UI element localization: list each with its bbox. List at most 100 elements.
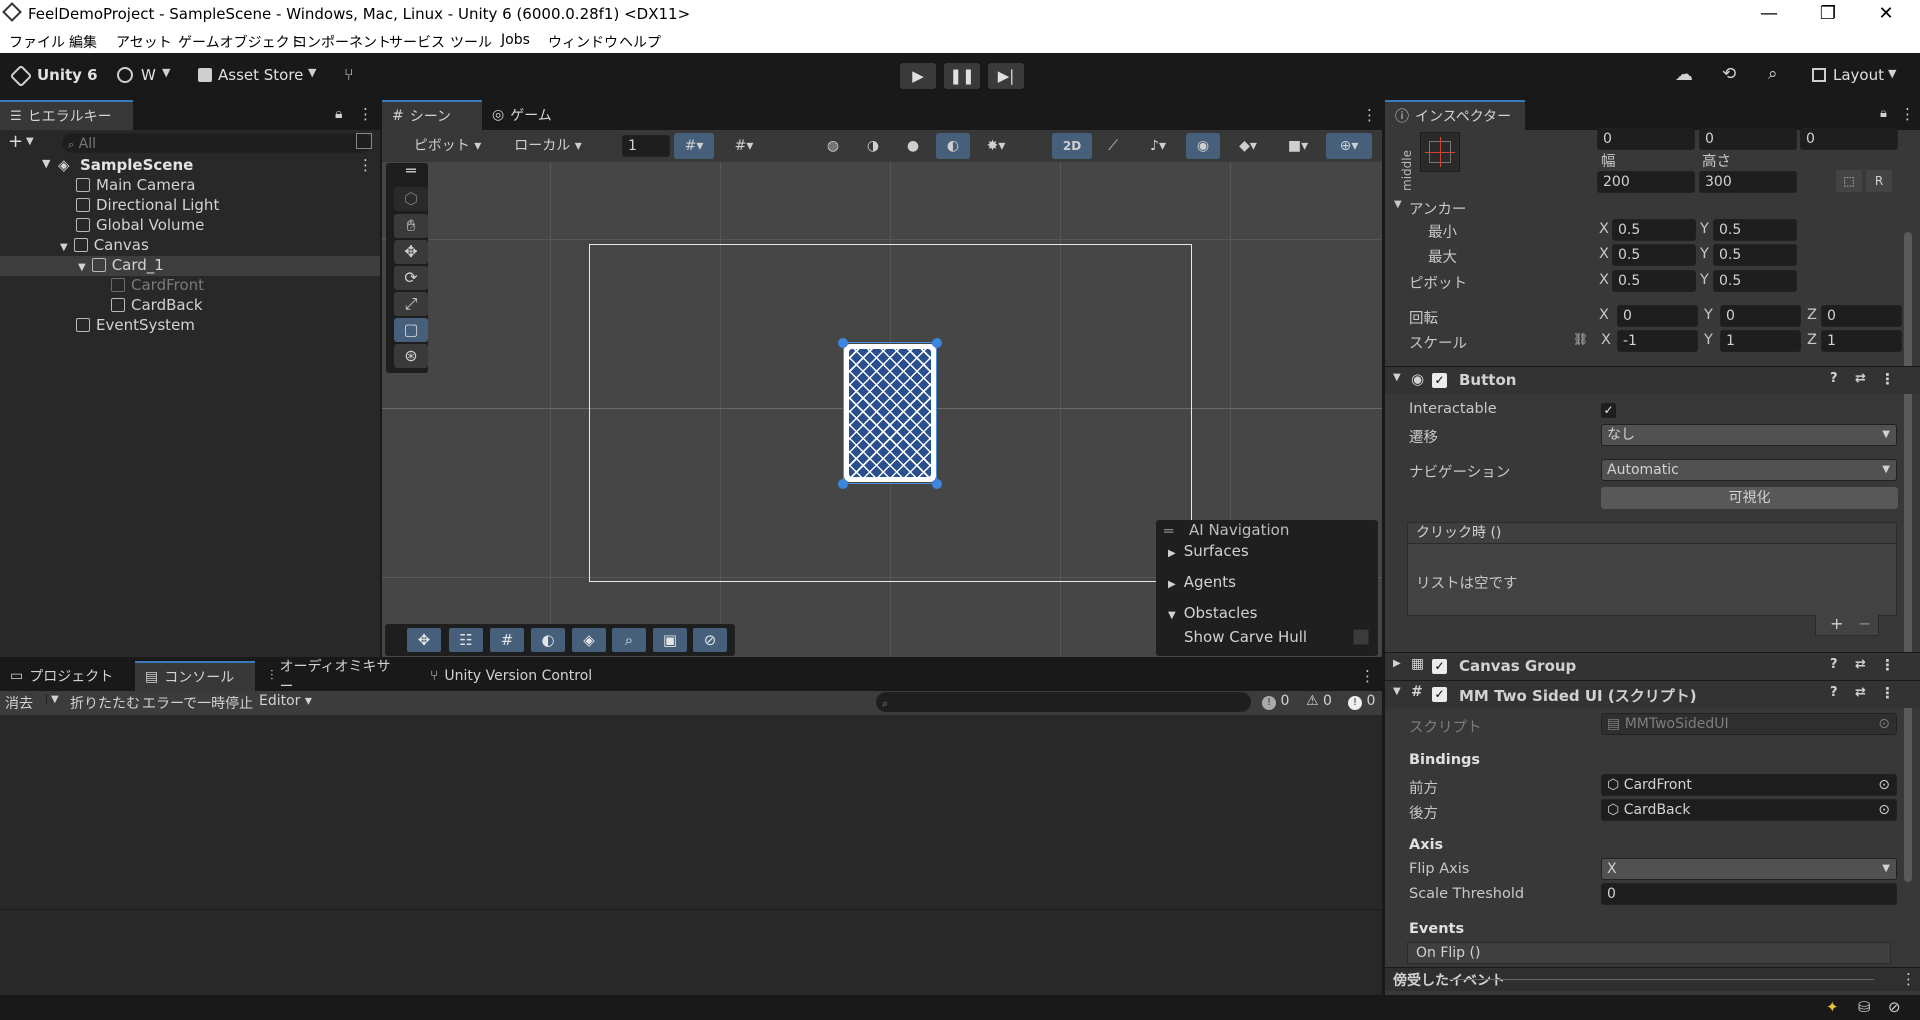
hierarchy-item-main-camera[interactable]: Main Camera — [76, 176, 195, 194]
asset-store-dropdown[interactable]: Asset Store — [218, 66, 303, 84]
menu-edit[interactable]: 編集 — [69, 32, 97, 52]
rotation-z-field[interactable]: 0 — [1821, 305, 1902, 327]
more-icon[interactable]: ⋮ — [1880, 656, 1895, 674]
gizmos-button[interactable]: ⊕▾ — [1326, 133, 1372, 159]
rotation-x-field[interactable]: 0 — [1617, 305, 1698, 327]
pos-y-field[interactable]: 0 — [1699, 128, 1797, 150]
pause-button[interactable]: ❚❚ — [944, 63, 980, 89]
more-icon[interactable]: ⋮ — [1360, 667, 1375, 685]
menu-file[interactable]: ファイル — [9, 32, 65, 52]
show-carve-hull-checkbox[interactable] — [1353, 629, 1369, 645]
overlay-move-button[interactable]: ✥ — [407, 628, 441, 652]
menu-jobs[interactable]: Jobs — [501, 32, 530, 48]
pos-x-field[interactable]: 0 — [1597, 128, 1695, 150]
link-scale-icon[interactable]: ⛓ — [1573, 332, 1588, 346]
menu-services[interactable]: サービス — [389, 32, 445, 52]
blueprint-mode-button[interactable]: ⬚ — [1836, 170, 1862, 192]
mm-two-sided-enabled-checkbox[interactable]: ✓ — [1432, 687, 1447, 702]
hierarchy-scene-row[interactable]: ▼ ◈ SampleScene ⋮ — [0, 156, 380, 176]
menu-gameobject[interactable]: ゲームオブジェクト — [178, 32, 304, 52]
global-view-button[interactable]: ◍ — [816, 133, 850, 159]
ai-nav-obstacles[interactable]: ▼ Obstacles — [1168, 604, 1257, 622]
hand-tool-button[interactable]: ✋︎ — [394, 214, 428, 238]
grid-snap-button[interactable]: #▾ — [674, 133, 714, 159]
lighting-button[interactable]: ⟋ — [1096, 133, 1130, 159]
clear-button[interactable]: 消去 — [5, 693, 33, 713]
hierarchy-item-eventsystem[interactable]: EventSystem — [76, 316, 195, 334]
help-icon[interactable]: ? — [1830, 371, 1838, 386]
tab-console[interactable]: ▤ コンソール — [135, 661, 255, 691]
menu-tools[interactable]: ツール — [450, 32, 492, 52]
hierarchy-item-cardfront[interactable]: CardFront — [111, 276, 204, 294]
anchor-max-y-field[interactable]: 0.5 — [1713, 244, 1797, 266]
preset-icon[interactable]: ⇄ — [1855, 371, 1866, 386]
hierarchy-item-canvas[interactable]: ▼ Canvas — [60, 236, 149, 254]
error-pause-button[interactable]: エラーで一時停止 — [142, 693, 253, 713]
hierarchy-item-directional-light[interactable]: Directional Light — [76, 196, 219, 214]
button-component-header[interactable]: ▼ ◉ ✓ Button ? ⇄ ⋮ — [1385, 366, 1920, 394]
scale-y-field[interactable]: 1 — [1720, 330, 1801, 352]
pivot-x-field[interactable]: 0.5 — [1612, 270, 1696, 292]
palette-handle-icon[interactable]: ═ — [394, 163, 428, 180]
hierarchy-search-input[interactable]: ⌕ All — [62, 133, 372, 153]
button-enabled-checkbox[interactable]: ✓ — [1432, 373, 1447, 388]
move-tool-button[interactable]: ✥ — [394, 240, 428, 264]
scale-x-field[interactable]: -1 — [1617, 330, 1698, 352]
width-field[interactable]: 200 — [1597, 171, 1695, 193]
remove-event-button[interactable]: − — [1858, 614, 1871, 633]
restore-button[interactable]: ❐ — [1813, 3, 1843, 24]
more-icon[interactable]: ⋮ — [1880, 684, 1895, 702]
console-search-input[interactable]: ⌕ — [876, 692, 1251, 712]
mode-2d-button[interactable]: 2D — [1052, 133, 1092, 159]
pos-z-field[interactable]: 0 — [1800, 128, 1898, 150]
help-icon[interactable]: ? — [1830, 657, 1838, 672]
tab-version-control[interactable]: ⑂ Unity Version Control — [420, 661, 620, 691]
search-icon[interactable]: ⌕ — [1768, 64, 1778, 84]
add-event-button[interactable]: + — [1830, 614, 1843, 633]
debug-draw-button[interactable]: ✸▾ — [976, 133, 1016, 159]
canvas-group-header[interactable]: ▶ ▦ ✓ Canvas Group ? ⇄ ⋮ — [1385, 652, 1920, 680]
hierarchy-item-card-1[interactable]: ▼ Card_1 — [78, 256, 164, 274]
error-count-toggle[interactable]: ! 0 — [1348, 693, 1375, 710]
editor-dropdown[interactable]: Editor ▾ — [259, 693, 312, 709]
collapse-button[interactable]: 折りたたむ — [70, 693, 140, 713]
overlay-search-button[interactable]: ⌕ — [612, 628, 646, 652]
rect-tool-button[interactable]: ▢ — [394, 318, 428, 342]
visibility-button[interactable]: ◉ — [1186, 133, 1220, 159]
height-field[interactable]: 300 — [1699, 171, 1797, 193]
flip-axis-dropdown[interactable]: X ▼ — [1601, 858, 1897, 880]
cloud-icon[interactable]: ☁ — [1675, 64, 1693, 85]
ai-nav-surfaces[interactable]: ▶ Surfaces — [1168, 542, 1249, 560]
clear-dropdown-icon[interactable]: ▼ — [46, 694, 59, 705]
layers-button[interactable]: ◆▾ — [1226, 133, 1270, 159]
target-icon[interactable]: ⊙ — [1878, 800, 1890, 820]
layout-dropdown[interactable]: Layout — [1833, 66, 1884, 84]
tab-scene[interactable]: # シーン — [382, 100, 482, 130]
canvas-group-enabled-checkbox[interactable]: ✓ — [1432, 659, 1447, 674]
wire-shaded-button[interactable]: ◐ — [936, 133, 970, 159]
scale-z-field[interactable]: 1 — [1821, 330, 1902, 352]
more-icon[interactable]: ⋮ — [358, 105, 373, 123]
menu-assets[interactable]: アセット — [116, 32, 172, 52]
overlay-layers-button[interactable]: ◈ — [572, 628, 606, 652]
transition-dropdown[interactable]: なし ▼ — [1601, 424, 1897, 446]
help-icon[interactable]: ? — [1830, 685, 1838, 700]
play-button[interactable]: ▶ — [900, 63, 936, 89]
scale-threshold-field[interactable]: 0 — [1601, 883, 1897, 905]
more-icon[interactable]: ⋮ — [1901, 970, 1916, 988]
progress-check-icon[interactable]: ⊘ — [1888, 998, 1901, 1016]
anchor-min-y-field[interactable]: 0.5 — [1713, 219, 1797, 241]
interactable-checkbox[interactable]: ✓ — [1601, 403, 1616, 418]
pivot-y-field[interactable]: 0.5 — [1713, 270, 1797, 292]
visualize-button[interactable]: 可視化 — [1601, 487, 1898, 509]
preset-icon[interactable]: ⇄ — [1855, 657, 1866, 672]
anchor-min-x-field[interactable]: 0.5 — [1612, 219, 1696, 241]
tab-game[interactable]: ◎ ゲーム — [482, 100, 572, 130]
more-icon[interactable]: ⋮ — [358, 156, 373, 174]
rotate-tool-button[interactable]: ⟳ — [394, 266, 428, 290]
tab-inspector[interactable]: ⓘ インスペクター — [1385, 100, 1525, 130]
tab-project[interactable]: ▭ プロジェクト — [0, 661, 125, 691]
rect-handle[interactable] — [838, 479, 848, 489]
overlay-settings-button[interactable]: ☷ — [449, 628, 483, 652]
info-count-toggle[interactable]: ! 0 — [1262, 693, 1289, 710]
